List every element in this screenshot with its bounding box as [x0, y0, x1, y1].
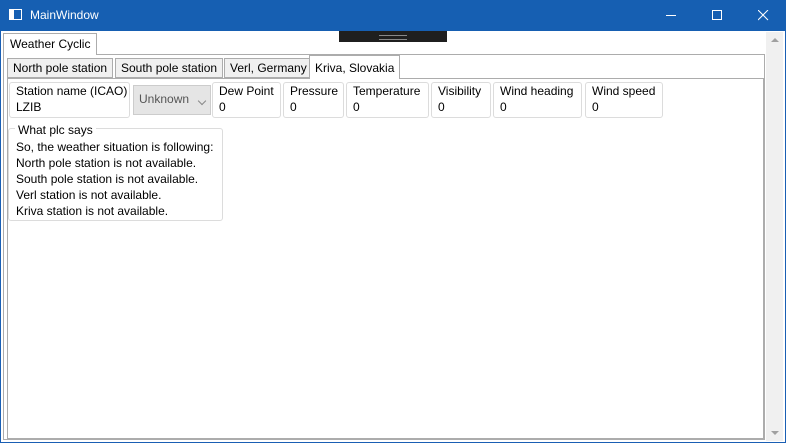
pressure-label: Pressure	[290, 84, 339, 98]
wind-speed-value[interactable]: 0	[592, 100, 599, 114]
drag-handle[interactable]	[339, 31, 447, 42]
scroll-down-icon[interactable]	[771, 431, 779, 435]
plc-line: South pole station is not available.	[16, 172, 199, 186]
title-bar: MainWindow	[0, 0, 786, 31]
station-name-label: Station name (ICAO)	[16, 84, 128, 98]
visibility-label: Visibility	[438, 84, 482, 98]
tab-weather-cyclic[interactable]: Weather Cyclic	[3, 33, 98, 55]
temperature-value[interactable]: 0	[353, 100, 360, 114]
tab-north-pole-station[interactable]: North pole station	[7, 58, 114, 78]
wind-speed-field[interactable]: Wind speed 0	[585, 82, 663, 118]
wind-heading-value[interactable]: 0	[500, 100, 507, 114]
pressure-field[interactable]: Pressure 0	[283, 82, 344, 118]
station-status-combo[interactable]: Unknown	[133, 85, 211, 115]
dew-point-label: Dew Point	[219, 84, 274, 98]
window-icon	[9, 9, 22, 20]
station-name-value[interactable]: LZIB	[16, 100, 41, 114]
temperature-label: Temperature	[353, 84, 421, 98]
scroll-up-icon[interactable]	[771, 38, 779, 42]
plc-line: So, the weather situation is following:	[16, 140, 214, 154]
close-button[interactable]	[740, 0, 786, 31]
tab-verl-germany[interactable]: Verl, Germany	[224, 58, 313, 78]
vertical-scrollbar[interactable]	[766, 32, 783, 441]
tab-kriva-slovakia[interactable]: Kriva, Slovakia	[309, 55, 401, 79]
temperature-field[interactable]: Temperature 0	[346, 82, 429, 118]
maximize-button[interactable]	[694, 0, 740, 31]
visibility-field[interactable]: Visibility 0	[431, 82, 491, 118]
minimize-button[interactable]	[648, 0, 694, 31]
wind-heading-field[interactable]: Wind heading 0	[493, 82, 582, 118]
plc-message-lines: So, the weather situation is following: …	[16, 139, 213, 219]
minimize-icon	[666, 15, 676, 16]
pressure-value[interactable]: 0	[290, 100, 297, 114]
station-name-field[interactable]: Station name (ICAO) LZIB	[9, 82, 130, 118]
chevron-down-icon	[197, 96, 207, 106]
wind-heading-label: Wind heading	[500, 84, 574, 98]
tab-south-pole-station[interactable]: South pole station	[115, 58, 224, 78]
plc-message-group: What plc says So, the weather situation …	[8, 123, 223, 221]
plc-group-legend: What plc says	[15, 123, 96, 137]
maximize-icon	[712, 10, 722, 20]
wind-speed-label: Wind speed	[592, 84, 656, 98]
visibility-value[interactable]: 0	[438, 100, 445, 114]
plc-line: North pole station is not available.	[16, 156, 197, 170]
dew-point-field[interactable]: Dew Point 0	[212, 82, 281, 118]
plc-line: Verl station is not available.	[16, 188, 162, 202]
dew-point-value[interactable]: 0	[219, 100, 226, 114]
window-title: MainWindow	[30, 8, 99, 22]
combo-value: Unknown	[139, 92, 190, 106]
close-icon	[758, 10, 769, 21]
plc-line: Kriva station is not available.	[16, 204, 169, 218]
